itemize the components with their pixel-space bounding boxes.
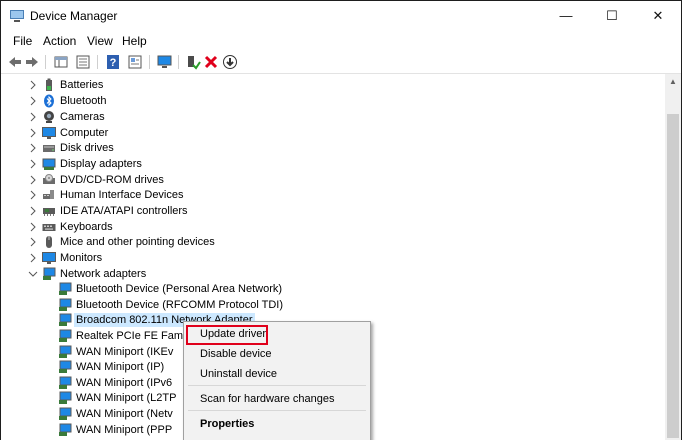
context-item-label: Disable device xyxy=(200,348,272,360)
close-button[interactable]: ✕ xyxy=(635,1,681,31)
context-separator xyxy=(188,385,366,386)
chevron-right-icon[interactable] xyxy=(28,188,38,202)
tree-category-label: IDE ATA/ATAPI controllers xyxy=(60,205,188,217)
context-uninstall-device[interactable]: Uninstall device xyxy=(184,364,370,384)
menu-file[interactable]: File xyxy=(13,34,32,48)
battery-icon xyxy=(46,78,52,91)
properties-grid-icon[interactable] xyxy=(53,54,69,70)
chevron-right-icon[interactable] xyxy=(28,173,38,187)
network-adapter-icon xyxy=(59,360,72,373)
network-adapter-icon xyxy=(59,391,72,404)
svg-text:?: ? xyxy=(110,57,117,69)
chevron-right-icon[interactable] xyxy=(28,251,38,265)
chevron-right-icon[interactable] xyxy=(28,110,38,124)
network-adapter-icon xyxy=(43,267,56,280)
context-item-label: Uninstall device xyxy=(200,368,278,380)
ide-controller-icon xyxy=(43,208,55,216)
back-arrow-icon[interactable] xyxy=(7,54,23,70)
scrollbar-thumb[interactable] xyxy=(667,114,679,438)
tree-device-label: Bluetooth Device (Personal Area Network) xyxy=(76,283,283,295)
context-item-label: Scan for hardware changes xyxy=(200,393,335,405)
menu-action[interactable]: Action xyxy=(43,34,76,48)
chevron-right-icon[interactable] xyxy=(28,157,38,171)
hid-icon xyxy=(43,190,54,199)
network-adapter-icon xyxy=(59,376,72,389)
camera-icon xyxy=(44,111,54,123)
keyboard-icon xyxy=(42,224,56,231)
forward-arrow-icon[interactable] xyxy=(24,54,40,70)
tree-category-label: Human Interface Devices xyxy=(60,189,184,201)
network-adapter-icon xyxy=(59,298,72,311)
tree-category-label: Display adapters xyxy=(60,158,142,170)
chevron-right-icon[interactable] xyxy=(28,235,38,249)
context-item-label: Properties xyxy=(200,418,255,430)
monitor-icon xyxy=(42,252,56,264)
enable-device-icon[interactable] xyxy=(185,54,201,70)
context-properties[interactable]: Properties xyxy=(184,414,370,434)
chevron-right-icon[interactable] xyxy=(28,126,38,140)
tree-device-label: WAN Miniport (Netv xyxy=(76,408,173,420)
chevron-right-icon[interactable] xyxy=(28,204,38,218)
context-menu: Update driver Disable device Uninstall d… xyxy=(183,321,371,440)
minimize-button[interactable]: — xyxy=(543,1,589,31)
window-title: Device Manager xyxy=(30,9,118,23)
device-manager-window: Device Manager — ☐ ✕ File Action View He… xyxy=(1,1,681,440)
tree-category-label: Disk drives xyxy=(60,142,114,154)
tree-device-label: Realtek PCIe FE Fam xyxy=(76,330,183,342)
bluetooth-icon xyxy=(44,94,54,108)
chevron-right-icon[interactable] xyxy=(28,78,38,92)
tree-category-label: Bluetooth xyxy=(60,95,107,107)
tree-device-label: WAN Miniport (L2TP xyxy=(76,392,177,404)
tree-category-label: DVD/CD-ROM drives xyxy=(60,174,164,186)
tree-device-label: WAN Miniport (PPP xyxy=(76,424,173,436)
context-scan-hardware[interactable]: Scan for hardware changes xyxy=(184,389,370,409)
show-hidden-icon[interactable] xyxy=(127,54,143,70)
title-bar[interactable]: Device Manager — ☐ ✕ xyxy=(1,1,681,31)
scroll-up-icon[interactable]: ▲ xyxy=(665,74,681,90)
view-list-icon[interactable] xyxy=(75,54,91,70)
scan-monitor-icon[interactable] xyxy=(157,54,173,70)
display-adapter-icon xyxy=(42,158,56,170)
tree-category-label: Monitors xyxy=(60,252,103,264)
uninstall-x-icon[interactable] xyxy=(203,54,219,70)
chevron-right-icon[interactable] xyxy=(28,220,38,234)
tree-category-label: Network adapters xyxy=(60,268,147,280)
network-adapter-icon xyxy=(59,313,72,326)
update-driver-icon[interactable] xyxy=(222,54,238,70)
toolbar: ? xyxy=(1,51,681,74)
menu-bar: File Action View Help xyxy=(1,31,681,51)
tree-device-label: WAN Miniport (IPv6 xyxy=(76,377,173,389)
tree-device-label: Bluetooth Device (RFCOMM Protocol TDI) xyxy=(76,299,284,311)
tree-device-label: WAN Miniport (IP) xyxy=(76,361,165,373)
network-adapter-icon xyxy=(59,345,72,358)
chevron-right-icon[interactable] xyxy=(28,141,38,155)
monitor-icon xyxy=(42,127,56,139)
context-disable-device[interactable]: Disable device xyxy=(184,344,370,364)
tree-category-label: Mice and other pointing devices xyxy=(60,236,215,248)
context-update-driver[interactable]: Update driver xyxy=(184,324,370,345)
chevron-right-icon[interactable] xyxy=(28,94,38,108)
chevron-down-icon[interactable] xyxy=(28,267,38,281)
dvd-drive-icon xyxy=(43,174,55,184)
network-adapter-icon xyxy=(59,282,72,295)
network-adapter-icon xyxy=(59,423,72,436)
menu-help[interactable]: Help xyxy=(122,34,147,48)
vertical-scrollbar[interactable]: ▲ xyxy=(665,74,681,440)
device-manager-app-icon xyxy=(10,10,24,22)
network-adapter-icon xyxy=(59,407,72,420)
help-icon[interactable]: ? xyxy=(105,54,121,70)
network-adapter-icon xyxy=(59,329,72,342)
tree-category-label: Computer xyxy=(60,127,109,139)
context-item-label: Update driver xyxy=(200,328,267,340)
disk-drive-icon xyxy=(43,145,55,152)
context-separator xyxy=(188,410,366,411)
menu-view[interactable]: View xyxy=(87,34,113,48)
tree-category-label: Cameras xyxy=(60,111,105,123)
maximize-button[interactable]: ☐ xyxy=(589,1,635,31)
mouse-icon xyxy=(46,236,52,248)
tree-category-label: Keyboards xyxy=(60,221,113,233)
tree-category-label: Batteries xyxy=(60,79,104,91)
tree-device-label: WAN Miniport (IKEv xyxy=(76,346,174,358)
